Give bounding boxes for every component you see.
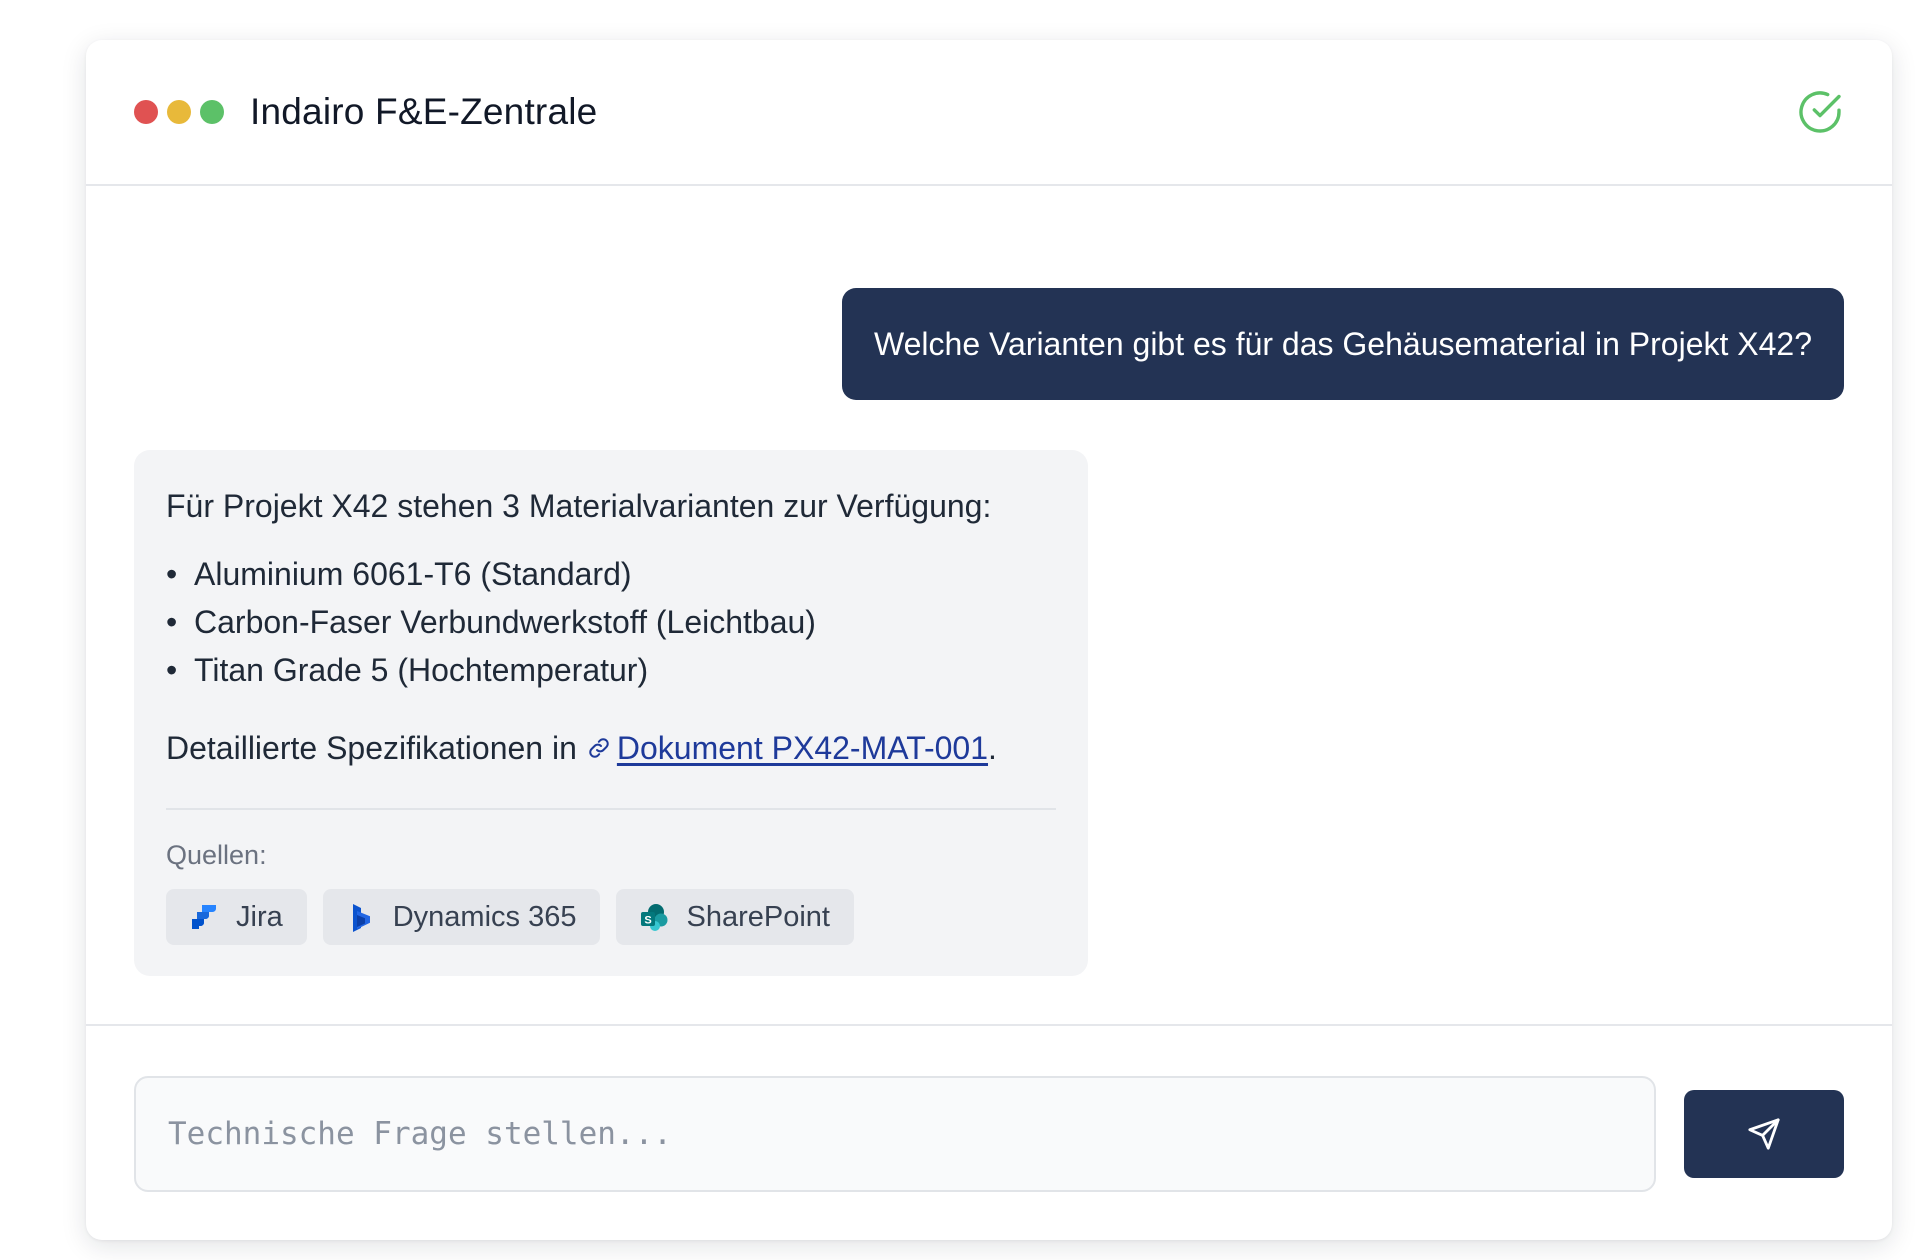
title-bar: Indairo F&E-Zentrale [86,40,1892,186]
sharepoint-icon: S [641,904,668,931]
send-icon [1748,1118,1780,1150]
chat-area: Welche Varianten gibt es für das Gehäuse… [86,186,1892,1024]
bullet-point: • [166,556,178,592]
bullet-point: • [166,652,178,688]
bullet-point: • [166,604,178,640]
jira-icon [192,905,216,929]
source-chip-label: SharePoint [686,900,830,933]
source-chip-dynamics-365[interactable]: Dynamics 365 [322,889,601,945]
app-title: Indairo F&E-Zentrale [250,91,598,132]
window-controls [134,100,224,124]
list-item-text: Aluminium 6061-T6 (Standard) [194,556,632,592]
link-icon [589,738,609,758]
minimize-window-dot[interactable] [167,100,191,124]
question-input[interactable] [134,1076,1656,1192]
user-message-text: Welche Varianten gibt es für das Gehäuse… [874,325,1812,362]
detail-prefix: Detaillierte Spezifikationen in [166,730,577,766]
assistant-message: Für Projekt X42 stehen 3 Materialvariant… [134,450,1088,976]
sources-label: Quellen: [166,840,267,870]
divider [166,808,1056,810]
list-item: • Aluminium 6061-T6 (Standard) [166,550,1056,598]
source-chip-label: Dynamics 365 [392,900,577,933]
chat-window: Indairo F&E-Zentrale Welche Varianten gi… [86,40,1892,1240]
dynamics-365-icon [352,904,370,932]
maximize-window-dot[interactable] [200,100,224,124]
list-item-text: Titan Grade 5 (Hochtemperatur) [194,652,649,688]
source-chip-jira[interactable]: Jira [166,889,307,945]
source-chip-label: Jira [236,900,283,933]
user-message: Welche Varianten gibt es für das Gehäuse… [842,288,1844,400]
detail-line: Detaillierte Spezifikationen in Dokument… [166,728,1056,768]
source-chip-sharepoint[interactable]: S SharePoint [616,889,854,945]
material-variant-list: • Aluminium 6061-T6 (Standard) • Carbon-… [166,550,1056,694]
close-window-dot[interactable] [134,100,158,124]
svg-text:S: S [645,915,652,927]
list-item: • Carbon-Faser Verbundwerkstoff (Leichtb… [166,598,1056,646]
detail-suffix: . [988,730,997,766]
assistant-intro-text: Für Projekt X42 stehen 3 Materialvariant… [166,488,992,524]
sources-list: Jira Dynamics 365 S SharePoint [166,889,1056,945]
list-item-text: Carbon-Faser Verbundwerkstoff (Leichtbau… [194,604,816,640]
composer-bar [86,1024,1892,1240]
list-item: • Titan Grade 5 (Hochtemperatur) [166,646,1056,694]
document-link[interactable]: Dokument PX42-MAT-001 [617,728,988,768]
check-circle-icon [1799,91,1841,133]
send-button[interactable] [1684,1090,1844,1178]
